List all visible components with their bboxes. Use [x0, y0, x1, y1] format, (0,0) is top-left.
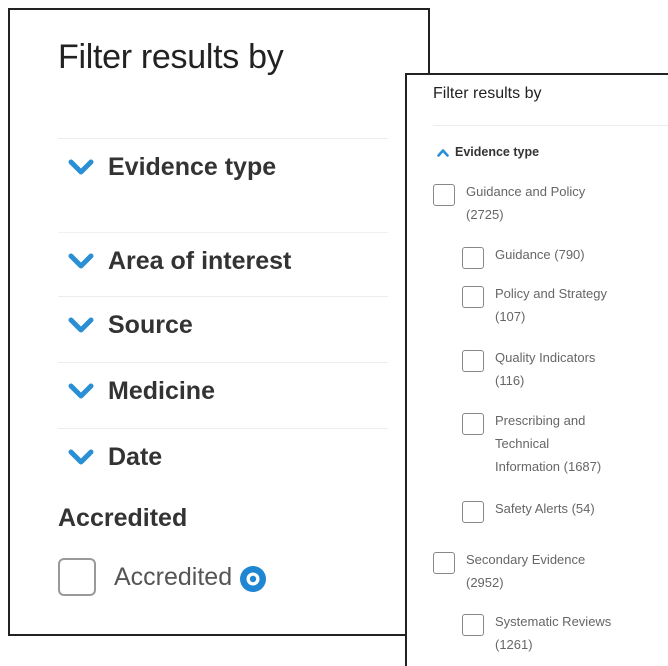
chevron-down-icon	[68, 449, 94, 465]
filter-section-medicine[interactable]: Medicine	[58, 362, 388, 419]
filter-checkbox[interactable]	[462, 614, 484, 636]
filter-panel-title: Filter results by	[58, 38, 284, 76]
filter-section-label: Medicine	[108, 376, 215, 405]
chevron-down-icon	[68, 159, 94, 175]
filter-section-area-of-interest[interactable]: Area of interest	[58, 232, 388, 289]
filter-section-label: Source	[108, 310, 193, 339]
filter-section-source[interactable]: Source	[58, 296, 388, 353]
filter-panel-expanded: Filter results by Evidence type Guidance…	[405, 73, 668, 666]
filter-option-policy-and-strategy: Policy and Strategy (107)	[462, 286, 607, 328]
filter-panel-title: Filter results by	[433, 85, 542, 102]
filter-section-evidence-type[interactable]: Evidence type	[437, 145, 539, 159]
chevron-down-icon	[68, 317, 94, 333]
filter-section-label: Date	[108, 442, 163, 471]
accredited-heading: Accredited	[58, 504, 188, 532]
filter-checkbox[interactable]	[462, 247, 484, 269]
filter-option-guidance-and-policy: Guidance and Policy (2725)	[433, 184, 585, 226]
filter-option-label[interactable]: Guidance and Policy (2725)	[466, 180, 585, 226]
info-circle-icon[interactable]	[238, 564, 268, 594]
filter-option-prescribing-and-technical-information: Prescribing and Technical Information (1…	[462, 413, 601, 478]
filter-checkbox[interactable]	[433, 552, 455, 574]
filter-option-guidance: Guidance (790)	[462, 247, 585, 269]
filter-section-label: Area of interest	[108, 246, 292, 275]
filter-checkbox[interactable]	[433, 184, 455, 206]
filter-section-date[interactable]: Date	[58, 428, 388, 485]
chevron-down-icon	[68, 253, 94, 269]
filter-option-label[interactable]: Secondary Evidence (2952)	[466, 548, 585, 594]
filter-option-label[interactable]: Guidance (790)	[495, 243, 585, 266]
filter-option-secondary-evidence: Secondary Evidence (2952)	[433, 552, 585, 594]
filter-option-label[interactable]: Safety Alerts (54)	[495, 497, 595, 520]
divider	[433, 125, 668, 126]
filter-checkbox[interactable]	[462, 413, 484, 435]
filter-option-safety-alerts: Safety Alerts (54)	[462, 501, 595, 523]
filter-panel-collapsed: Filter results by Evidence type Area of …	[8, 8, 430, 636]
filter-option-label[interactable]: Policy and Strategy (107)	[495, 282, 607, 328]
filter-option-label[interactable]: Prescribing and Technical Information (1…	[495, 409, 601, 478]
chevron-down-icon	[68, 383, 94, 399]
filter-section-evidence-type[interactable]: Evidence type	[58, 138, 388, 195]
filter-option-label[interactable]: Systematic Reviews (1261)	[495, 610, 611, 656]
filter-checkbox[interactable]	[462, 350, 484, 372]
filter-section-label: Evidence type	[108, 152, 277, 181]
accredited-checkbox[interactable]	[58, 558, 96, 596]
chevron-up-icon	[437, 148, 449, 157]
filter-checkbox[interactable]	[462, 286, 484, 308]
accredited-filter: Accredited	[58, 558, 268, 596]
filter-checkbox[interactable]	[462, 501, 484, 523]
filter-option-quality-indicators: Quality Indicators (116)	[462, 350, 595, 392]
accredited-checkbox-label[interactable]: Accredited	[114, 563, 232, 592]
filter-option-label[interactable]: Quality Indicators (116)	[495, 346, 595, 392]
filter-section-label: Evidence type	[455, 145, 540, 159]
filter-option-systematic-reviews: Systematic Reviews (1261)	[462, 614, 611, 656]
